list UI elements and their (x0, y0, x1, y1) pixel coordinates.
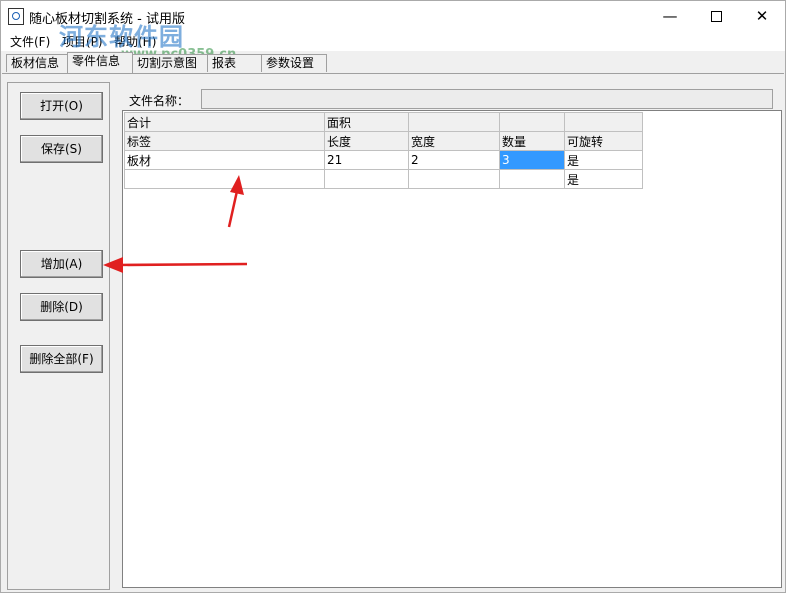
arrow-to-add-button (103, 257, 248, 273)
app-window: 随心板材切割系统 - 试用版 — ✕ 文件(F) 项目(P) 帮助(H) 河东软… (0, 0, 786, 593)
arrow-to-table-row (227, 175, 244, 228)
annotation-arrows (103, 175, 248, 273)
tab-part-info[interactable]: 零件信息 (67, 52, 133, 73)
